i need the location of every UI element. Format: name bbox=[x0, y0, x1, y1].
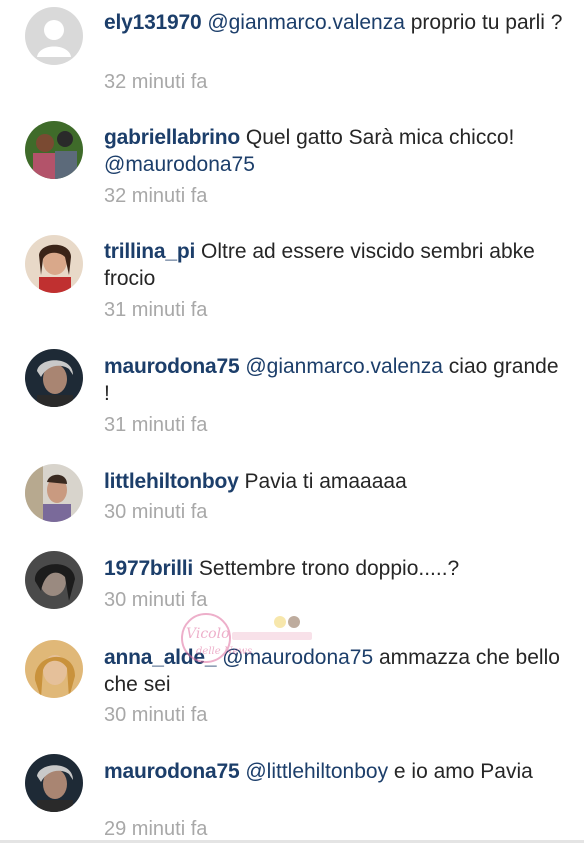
user-avatar[interactable] bbox=[25, 551, 83, 609]
user-avatar[interactable] bbox=[25, 121, 83, 179]
comment-username[interactable]: trillina_pi bbox=[104, 240, 195, 263]
user-avatar[interactable] bbox=[25, 754, 83, 812]
default-user-icon[interactable] bbox=[25, 7, 83, 65]
comment-username[interactable]: ely131970 bbox=[104, 11, 202, 34]
comment-timestamp: 30 minuti fa bbox=[104, 501, 208, 523]
comment-timestamp: 32 minuti fa bbox=[104, 71, 208, 93]
comment-timestamp: 32 minuti fa bbox=[104, 185, 208, 207]
user-avatar[interactable] bbox=[25, 640, 83, 698]
comment-text: Quel gatto Sarà mica chicco! bbox=[245, 126, 515, 149]
comment-username[interactable]: littlehiltonboy bbox=[104, 470, 239, 493]
comment-text: e io amo Pavia bbox=[388, 760, 533, 783]
comment-username[interactable]: 1977brilli bbox=[104, 557, 193, 580]
comment-username[interactable]: maurodona75 bbox=[104, 355, 240, 378]
comment-timestamp: 30 minuti fa bbox=[104, 704, 208, 726]
comment-mention[interactable]: @maurodona75 bbox=[104, 153, 255, 176]
comment-username[interactable]: maurodona75 bbox=[104, 760, 240, 783]
comment-timestamp: 29 minuti fa bbox=[104, 818, 208, 840]
user-avatar[interactable] bbox=[25, 235, 83, 293]
comment-text: Settembre trono doppio.....? bbox=[198, 557, 460, 580]
comment-username[interactable]: anna_alde_ bbox=[104, 646, 217, 669]
user-avatar[interactable] bbox=[25, 464, 83, 522]
user-avatar[interactable] bbox=[25, 349, 83, 407]
comment-mention[interactable]: @gianmarco.valenza bbox=[207, 11, 405, 34]
comment-text: proprio tu parli ? bbox=[404, 11, 563, 34]
comment-timestamp: 31 minuti fa bbox=[104, 414, 208, 436]
comment-mention[interactable]: @maurodona75 bbox=[222, 646, 373, 669]
comment-timestamp: 30 minuti fa bbox=[104, 589, 208, 611]
svg-text:Vicolo: Vicolo bbox=[186, 626, 230, 642]
comment-mention[interactable]: @littlehiltonboy bbox=[245, 760, 388, 783]
comment-mention[interactable]: @gianmarco.valenza bbox=[245, 355, 443, 378]
comment-text: Pavia ti amaaaaa bbox=[244, 470, 407, 493]
comment-username[interactable]: gabriellabrino bbox=[104, 126, 240, 149]
comment-timestamp: 31 minuti fa bbox=[104, 299, 208, 321]
